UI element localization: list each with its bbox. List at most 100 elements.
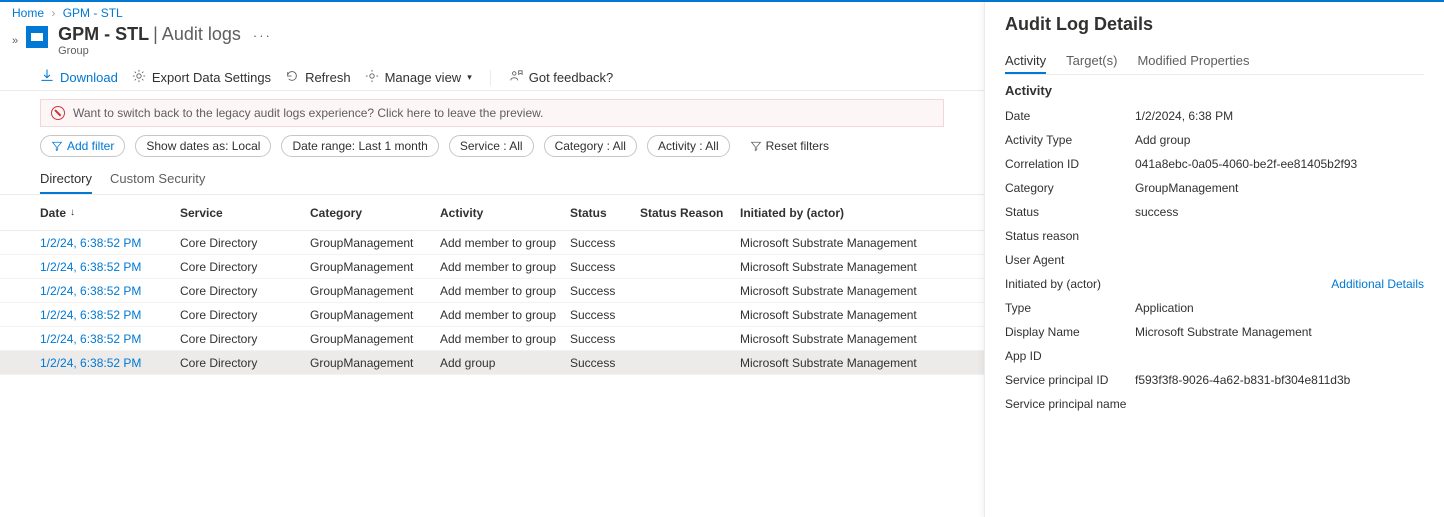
reset-filters-button[interactable]: Reset filters (740, 136, 839, 156)
table-row[interactable]: 1/2/24, 6:38:52 PMCore DirectoryGroupMan… (0, 327, 984, 351)
row-service: Core Directory (180, 284, 310, 298)
refresh-icon (285, 69, 299, 86)
toolbar-separator (490, 70, 491, 86)
page-subtitle: | Audit logs (153, 24, 241, 45)
service-filter-pill[interactable]: Service : All (449, 135, 534, 157)
row-category: GroupManagement (310, 356, 440, 370)
kv-app-id-value (1135, 349, 1424, 363)
date-range-pill[interactable]: Date range: Last 1 month (281, 135, 438, 157)
preview-notice[interactable]: Want to switch back to the legacy audit … (40, 99, 944, 127)
col-status[interactable]: Status (570, 206, 640, 220)
row-status: Success (570, 308, 640, 322)
export-label: Export Data Settings (152, 70, 271, 85)
col-status-reason[interactable]: Status Reason (640, 206, 740, 220)
col-activity[interactable]: Activity (440, 206, 570, 220)
details-tab-modified[interactable]: Modified Properties (1137, 49, 1249, 74)
kv-sp-name-key: Service principal name (1005, 397, 1135, 411)
feedback-button[interactable]: Got feedback? (509, 69, 614, 86)
manage-view-label: Manage view (385, 70, 462, 85)
row-date-link[interactable]: 1/2/24, 6:38:52 PM (40, 260, 180, 274)
kv-display-name-key: Display Name (1005, 325, 1135, 339)
expand-pane-icon[interactable]: » (12, 35, 18, 47)
page-title: GPM - STL (58, 24, 149, 45)
refresh-button[interactable]: Refresh (285, 69, 351, 86)
row-service: Core Directory (180, 260, 310, 274)
breadcrumb-current[interactable]: GPM - STL (63, 6, 123, 20)
row-activity: Add member to group (440, 332, 570, 346)
more-actions-icon[interactable]: ··· (253, 28, 272, 43)
details-section-title: Activity (1005, 83, 1424, 98)
kv-status-key: Status (1005, 205, 1135, 219)
row-category: GroupManagement (310, 308, 440, 322)
row-actor: Microsoft Substrate Management (740, 284, 944, 298)
table-row[interactable]: 1/2/24, 6:38:52 PMCore DirectoryGroupMan… (0, 279, 984, 303)
details-tab-activity[interactable]: Activity (1005, 49, 1046, 74)
col-date[interactable]: Date↓ (40, 206, 180, 220)
date-format-pill[interactable]: Show dates as: Local (135, 135, 271, 157)
row-activity: Add group (440, 356, 570, 370)
details-tabs: Activity Target(s) Modified Properties (1005, 49, 1424, 75)
row-activity: Add member to group (440, 236, 570, 250)
download-label: Download (60, 70, 118, 85)
row-date-link[interactable]: 1/2/24, 6:38:52 PM (40, 284, 180, 298)
gear-icon (132, 69, 146, 86)
row-category: GroupManagement (310, 284, 440, 298)
person-feedback-icon (509, 69, 523, 86)
table-row[interactable]: 1/2/24, 6:38:52 PMCore DirectoryGroupMan… (0, 255, 984, 279)
blocked-icon (51, 106, 65, 120)
add-filter-button[interactable]: Add filter (40, 135, 125, 157)
kv-sp-id-value: f593f3f8-9026-4a62-b831-bf304e811d3b (1135, 373, 1424, 387)
row-service: Core Directory (180, 236, 310, 250)
category-filter-pill[interactable]: Category : All (544, 135, 637, 157)
row-status: Success (570, 260, 640, 274)
filter-icon (750, 140, 762, 152)
row-category: GroupManagement (310, 236, 440, 250)
kv-correlation-id-key: Correlation ID (1005, 157, 1135, 171)
row-date-link[interactable]: 1/2/24, 6:38:52 PM (40, 332, 180, 346)
download-button[interactable]: Download (40, 69, 118, 86)
row-status: Success (570, 284, 640, 298)
kv-category-value: GroupManagement (1135, 181, 1424, 195)
kv-activity-type-key: Activity Type (1005, 133, 1135, 147)
tab-directory[interactable]: Directory (40, 165, 92, 194)
row-activity: Add member to group (440, 284, 570, 298)
details-tab-targets[interactable]: Target(s) (1066, 49, 1117, 74)
col-service[interactable]: Service (180, 206, 310, 220)
notice-text: Want to switch back to the legacy audit … (73, 106, 543, 120)
kv-initiated-by-key: Initiated by (actor) (1005, 277, 1135, 291)
table-row[interactable]: 1/2/24, 6:38:52 PMCore DirectoryGroupMan… (0, 303, 984, 327)
additional-details-link[interactable]: Additional Details (1331, 277, 1424, 291)
breadcrumb-home[interactable]: Home (12, 6, 44, 20)
data-tabs: Directory Custom Security (0, 165, 984, 195)
table-row[interactable]: 1/2/24, 6:38:52 PMCore DirectoryGroupMan… (0, 231, 984, 255)
row-date-link[interactable]: 1/2/24, 6:38:52 PM (40, 236, 180, 250)
col-actor[interactable]: Initiated by (actor) (740, 206, 944, 220)
tab-custom-security[interactable]: Custom Security (110, 165, 205, 194)
activity-filter-pill[interactable]: Activity : All (647, 135, 730, 157)
add-filter-label: Add filter (67, 139, 114, 153)
kv-activity-type-value: Add group (1135, 133, 1424, 147)
table-header: Date↓ Service Category Activity Status S… (0, 195, 984, 231)
row-date-link[interactable]: 1/2/24, 6:38:52 PM (40, 308, 180, 322)
kv-category-key: Category (1005, 181, 1135, 195)
kv-app-id-key: App ID (1005, 349, 1135, 363)
export-button[interactable]: Export Data Settings (132, 69, 271, 86)
manage-view-button[interactable]: Manage view ▾ (365, 69, 472, 86)
resource-tile-icon (26, 26, 48, 48)
row-activity: Add member to group (440, 260, 570, 274)
row-actor: Microsoft Substrate Management (740, 332, 944, 346)
kv-sp-name-value (1135, 397, 1424, 411)
breadcrumb: Home › GPM - STL (0, 2, 984, 20)
row-date-link[interactable]: 1/2/24, 6:38:52 PM (40, 356, 180, 370)
feedback-label: Got feedback? (529, 70, 614, 85)
filter-icon (51, 140, 63, 152)
details-title: Audit Log Details (1005, 14, 1424, 35)
row-status: Success (570, 356, 640, 370)
kv-status-reason-value (1135, 229, 1424, 243)
table-row[interactable]: 1/2/24, 6:38:52 PMCore DirectoryGroupMan… (0, 351, 984, 375)
row-category: GroupManagement (310, 260, 440, 274)
row-service: Core Directory (180, 332, 310, 346)
kv-user-agent-key: User Agent (1005, 253, 1135, 267)
col-category[interactable]: Category (310, 206, 440, 220)
kv-correlation-id-value: 041a8ebc-0a05-4060-be2f-ee81405b2f93 (1135, 157, 1424, 171)
